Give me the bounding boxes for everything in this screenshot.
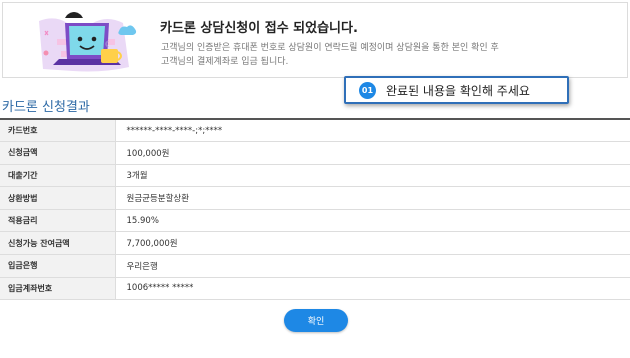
notice-desc-line-1: 고객님의 인증받은 휴대폰 번호로 상담원이 연락드릴 예정이며 상담원을 통한… [161,43,499,53]
table-row-request-amount: 신청금액 100,000원 [0,141,630,165]
row-value: 1006***** ***** [115,277,630,301]
row-label: 대출기간 [0,164,116,188]
table-row-deposit-bank: 입금은행 우리은행 [0,254,630,278]
row-value: 원금균등분할상환 [115,186,630,210]
row-label: 입금은행 [0,254,116,278]
guide-callout: 01 완료된 내용을 확인해 주세요 [344,76,569,104]
notice-description: 고객님의 인증받은 휴대폰 번호로 상담원이 연락드릴 예정이며 상담원을 통한… [161,41,541,69]
row-label: 적용금리 [0,209,116,233]
table-row-loan-period: 대출기간 3개월 [0,164,630,188]
table-row-deposit-account: 입금계좌번호 1006***** ***** [0,277,630,301]
row-value: 우리은행 [115,254,630,278]
table-row-repayment-method: 상환방법 원금균등분할상환 [0,186,630,210]
table-row-card-number: 카드번호 ******-****-****-;*;**** [0,119,630,143]
row-label: 신청가능 잔여금액 [0,231,116,256]
row-value: 7,700,000원 [115,231,630,256]
row-label: 입금계좌번호 [0,277,116,301]
row-label: 카드번호 [0,119,116,143]
row-value: ******-****-****-;*;**** [115,119,630,143]
callout-text: 완료된 내용을 확인해 주세요 [386,83,530,98]
table-row-interest-rate: 적용금리 15.90% [0,209,630,233]
row-value: 100,000원 [115,141,630,165]
result-table: 카드번호 ******-****-****-;*;**** 신청금액 100,0… [0,118,630,301]
notice-box: 카드론 상담신청이 접수 되었습니다. 고객님의 인증받은 휴대폰 번호로 상담… [2,2,628,78]
confirm-button[interactable]: 확인 [284,309,348,332]
notice-desc-line-2: 고객님의 결제계좌로 입금 됩니다. [161,57,289,67]
notice-title: 카드론 상담신청이 접수 되었습니다. [160,21,358,36]
row-value: 3개월 [115,164,630,188]
row-label: 상환방법 [0,186,116,210]
row-value: 15.90% [115,209,630,233]
row-label: 신청금액 [0,141,116,165]
laptop-coffee-illustration [39,12,137,72]
table-row-remaining-limit: 신청가능 잔여금액 7,700,000원 [0,231,630,256]
callout-step-number: 01 [359,81,376,99]
section-title: 카드론 신청결과 [2,100,90,115]
